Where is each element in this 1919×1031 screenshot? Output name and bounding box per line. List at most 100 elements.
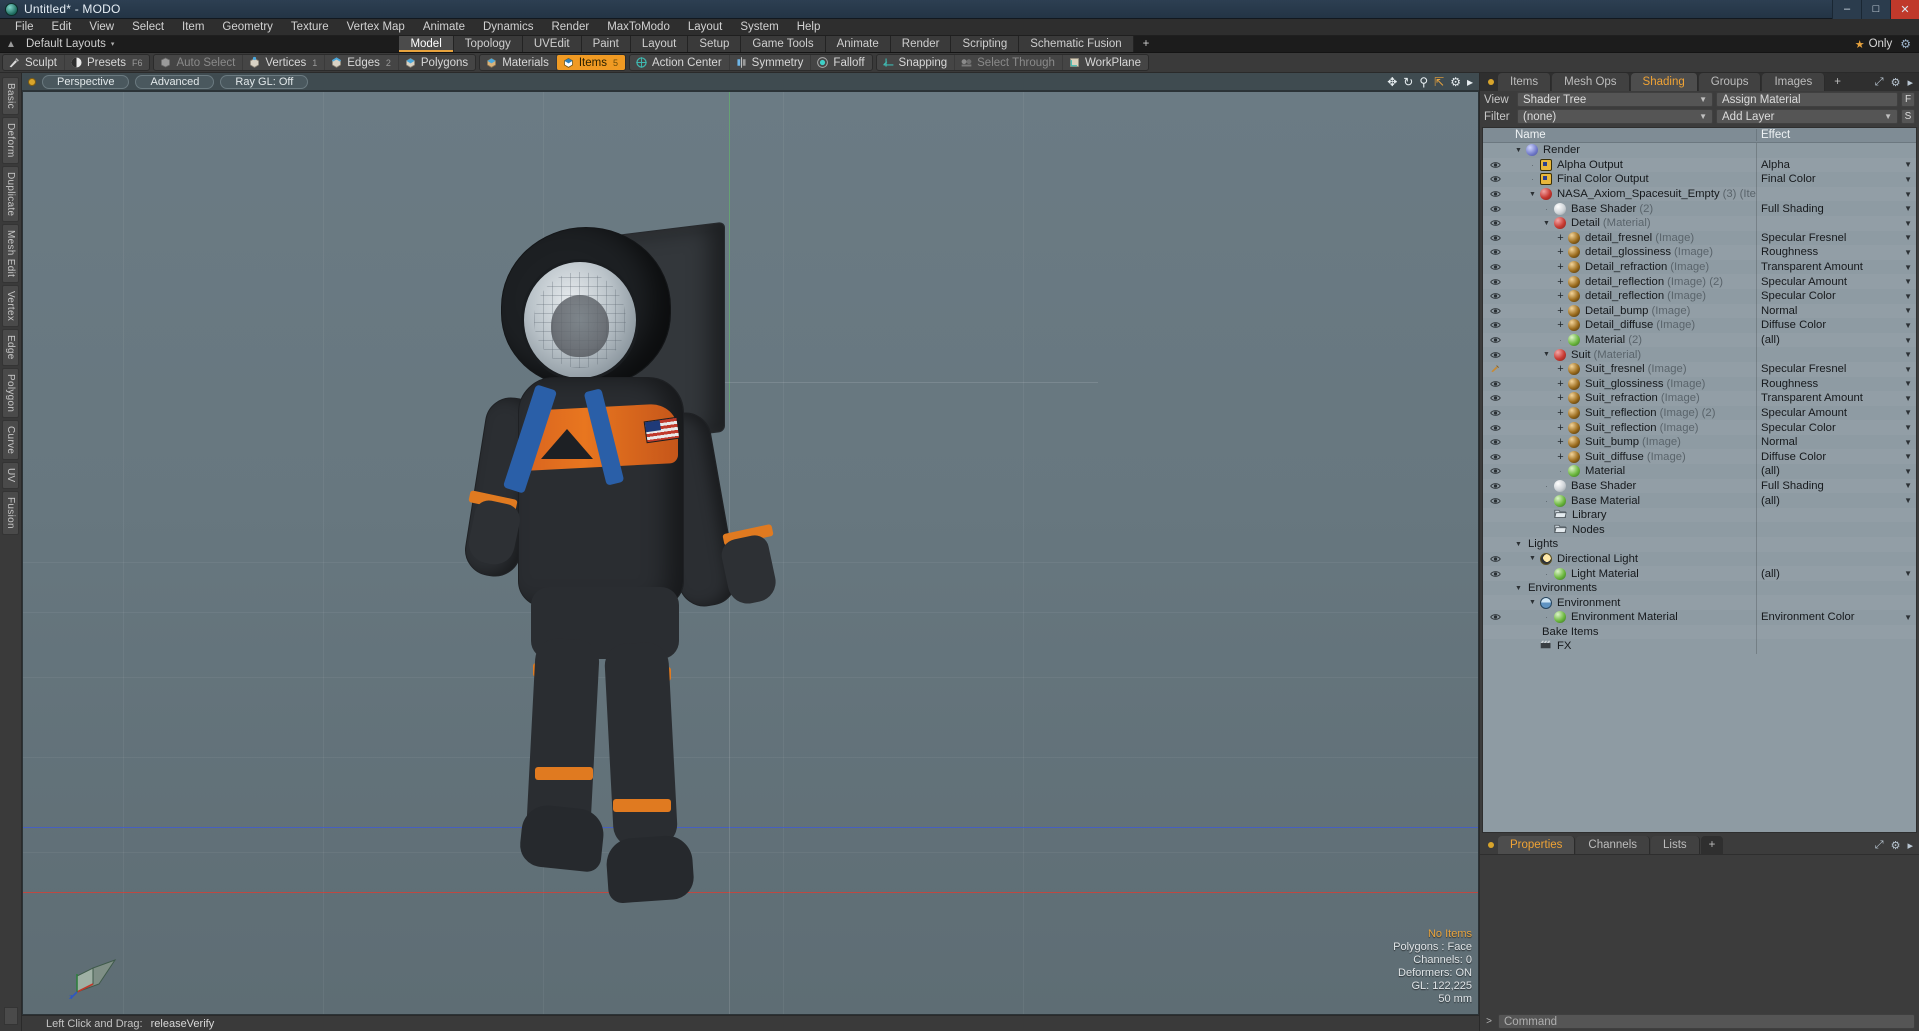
panel-menu-knob[interactable] — [1484, 73, 1498, 91]
chevron-down-icon[interactable]: ▼ — [1904, 336, 1912, 345]
menu-help[interactable]: Help — [788, 19, 830, 36]
shader-tree-row[interactable]: + Suit_glossiness (Image) Roughness ▼ — [1483, 376, 1916, 392]
shader-tree-row-name[interactable]: + detail_reflection (Image) — [1507, 290, 1756, 303]
expand-plus-icon[interactable]: + — [1556, 232, 1565, 244]
tab-mesh-ops[interactable]: Mesh Ops — [1552, 73, 1630, 91]
tool-presets[interactable]: Presets F6 — [65, 55, 150, 70]
shader-tree-row[interactable]: ▼ Lights — [1483, 537, 1916, 552]
shader-tree-row-name[interactable]: · Material (2) — [1507, 334, 1756, 347]
shader-tree-row-name[interactable]: · Base Shader (2) — [1507, 202, 1756, 215]
left-tabs-extra-button[interactable] — [3, 1007, 18, 1025]
shader-tree-row-name[interactable]: + Suit_reflection (Image) (2) — [1507, 406, 1756, 419]
shader-tree-row-name[interactable]: + Suit_refraction (Image) — [1507, 392, 1756, 405]
shader-tree-row[interactable]: + Suit_refraction (Image) Transparent Amou… — [1483, 391, 1916, 406]
sidebar-item-mesh-edit[interactable]: Mesh Edit — [2, 223, 19, 284]
shader-tree-row-name[interactable]: ▼ Suit (Material) — [1507, 348, 1756, 361]
layout-tab-layout[interactable]: Layout — [630, 36, 689, 52]
sidebar-item-basic[interactable]: Basic — [2, 77, 19, 115]
tool-sculpt[interactable]: Sculpt — [3, 55, 65, 70]
tool-vertices[interactable]: Vertices 1 — [243, 55, 326, 70]
shader-tree-row[interactable]: ▼ Render — [1483, 143, 1916, 158]
chevron-down-icon[interactable]: ▼ — [1904, 613, 1912, 622]
tool-workplane[interactable]: WorkPlane — [1063, 55, 1148, 70]
shader-tree-row[interactable]: ▼ Suit (Material) ▼ — [1483, 347, 1916, 362]
chevron-down-icon[interactable]: ▼ — [1904, 365, 1912, 374]
assign-material-shortcut[interactable]: F — [1901, 92, 1915, 107]
visibility-eye-icon[interactable] — [1483, 278, 1507, 286]
shader-tree-row-effect[interactable]: Diffuse Color ▼ — [1756, 449, 1916, 465]
shader-tree-row-effect[interactable]: ▼ — [1756, 215, 1916, 231]
tab-images[interactable]: Images — [1762, 73, 1826, 91]
visibility-eye-icon[interactable] — [1483, 321, 1507, 329]
shader-tree-row-effect[interactable]: Specular Amount ▼ — [1756, 274, 1916, 289]
menu-select[interactable]: Select — [123, 19, 173, 36]
gear-icon[interactable]: ⚙ — [1891, 76, 1901, 89]
viewport-raygl-toggle[interactable]: Ray GL: Off — [220, 74, 309, 89]
shader-tree-row[interactable]: + Detail_refraction (Image) Transparent Am… — [1483, 259, 1916, 275]
close-button[interactable]: ✕ — [1890, 0, 1919, 19]
shader-tree-row[interactable]: ▼ Detail (Material) ▼ — [1483, 215, 1916, 231]
shader-tree-row-effect[interactable]: Transparent Amount ▼ — [1756, 259, 1916, 275]
chevron-right-icon[interactable]: ▸ — [1907, 76, 1913, 89]
expand-plus-icon[interactable]: + — [1556, 407, 1565, 419]
layout-tab-animate[interactable]: Animate — [825, 36, 891, 52]
menu-animate[interactable]: Animate — [414, 19, 474, 36]
visibility-eye-icon[interactable] — [1483, 175, 1507, 183]
shader-tree-row-name[interactable]: ▼ Detail (Material) — [1507, 217, 1756, 230]
shader-tree-row[interactable]: + Suit_diffuse (Image) Diffuse Color ▼ — [1483, 449, 1916, 465]
shader-tree-row-name[interactable]: · Alpha Output — [1507, 158, 1756, 171]
expand-plus-icon[interactable]: + — [1556, 246, 1565, 258]
sidebar-item-uv[interactable]: UV — [2, 462, 19, 489]
twisty-open-icon[interactable]: ▼ — [1542, 220, 1551, 227]
shader-tree-row-name[interactable]: · Environment Material — [1507, 611, 1756, 624]
expand-arrow-icon[interactable]: ▸ — [1467, 75, 1473, 89]
shader-tree-row-name[interactable]: · Light Material — [1507, 567, 1756, 580]
shader-tree-row[interactable]: + Detail_diffuse (Image) Diffuse Color ▼ — [1483, 318, 1916, 333]
shader-tree-row-name[interactable]: ▼ Render — [1507, 144, 1756, 157]
shader-tree-row-effect[interactable]: ▼ — [1756, 347, 1916, 362]
layout-tab-paint[interactable]: Paint — [581, 36, 631, 52]
shader-tree-row-name[interactable]: · Material — [1507, 465, 1756, 478]
default-layouts-dropdown[interactable]: Default Layouts ▾ — [22, 36, 124, 52]
gear-icon[interactable]: ⚙ — [1450, 75, 1461, 89]
only-toggle[interactable]: ★ Only — [1855, 38, 1893, 51]
sidebar-item-edge[interactable]: Edge — [2, 329, 19, 366]
shader-tree-row-name[interactable]: · Base Material — [1507, 494, 1756, 507]
shader-tree-row-name[interactable]: Bake Items — [1507, 626, 1756, 638]
gear-icon[interactable]: ⚙ — [1900, 37, 1911, 51]
expand-icon[interactable]: ⤢ — [1875, 839, 1884, 852]
chevron-down-icon[interactable]: ▼ — [1904, 321, 1912, 330]
shader-tree-rows[interactable]: ▼ Render · Alpha Output Alpha ▼ · Final Color O… — [1483, 143, 1916, 832]
visibility-eye-icon[interactable] — [1483, 263, 1507, 271]
visibility-eye-icon[interactable] — [1483, 394, 1507, 402]
shader-tree-row-effect[interactable]: Environment Color ▼ — [1756, 610, 1916, 625]
chevron-down-icon[interactable]: ▼ — [1904, 452, 1912, 461]
shader-tree-row[interactable]: ▼ Environments — [1483, 580, 1916, 596]
chevron-right-icon[interactable]: ▸ — [1907, 839, 1913, 852]
shader-tree-row-name[interactable]: + Detail_bump (Image) — [1507, 304, 1756, 317]
shader-tree-row-effect[interactable]: Normal ▼ — [1756, 303, 1916, 319]
shader-tree-row-effect[interactable]: Final Color ▼ — [1756, 172, 1916, 187]
shader-tree-row[interactable]: · Material (2) (all) ▼ — [1483, 332, 1916, 348]
command-input[interactable]: Command — [1498, 1014, 1915, 1029]
twisty-open-icon[interactable]: ▼ — [1542, 351, 1551, 358]
shader-tree-row-name[interactable]: + Suit_fresnel (Image) — [1507, 363, 1756, 376]
chevron-down-icon[interactable]: ▼ — [1904, 190, 1912, 199]
shader-tree-row[interactable]: · Light Material (all) ▼ — [1483, 566, 1916, 581]
shader-tree-row-effect[interactable]: (all) ▼ — [1756, 566, 1916, 581]
shader-tree-row[interactable]: ▼ Environment — [1483, 595, 1916, 610]
axis-orientation-widget[interactable]: z — [69, 940, 139, 1000]
layout-tab-scripting[interactable]: Scripting — [951, 36, 1020, 52]
tab-groups[interactable]: Groups — [1698, 73, 1762, 91]
expand-plus-icon[interactable]: + — [1556, 363, 1565, 375]
chevron-down-icon[interactable]: ▼ — [1904, 379, 1912, 388]
expand-plus-icon[interactable]: + — [1556, 261, 1565, 273]
menu-file[interactable]: File — [6, 19, 43, 36]
shader-tree-row[interactable]: + detail_reflection (Image) (2) Specular A… — [1483, 274, 1916, 289]
chevron-down-icon[interactable]: ▼ — [1904, 394, 1912, 403]
shader-tree-row-effect[interactable]: Specular Fresnel ▼ — [1756, 361, 1916, 377]
chevron-down-icon[interactable]: ▼ — [1904, 306, 1912, 315]
expand-plus-icon[interactable]: + — [1556, 290, 1565, 302]
rotate-icon[interactable]: ↻ — [1403, 75, 1413, 89]
chevron-down-icon[interactable]: ▼ — [1904, 160, 1912, 169]
